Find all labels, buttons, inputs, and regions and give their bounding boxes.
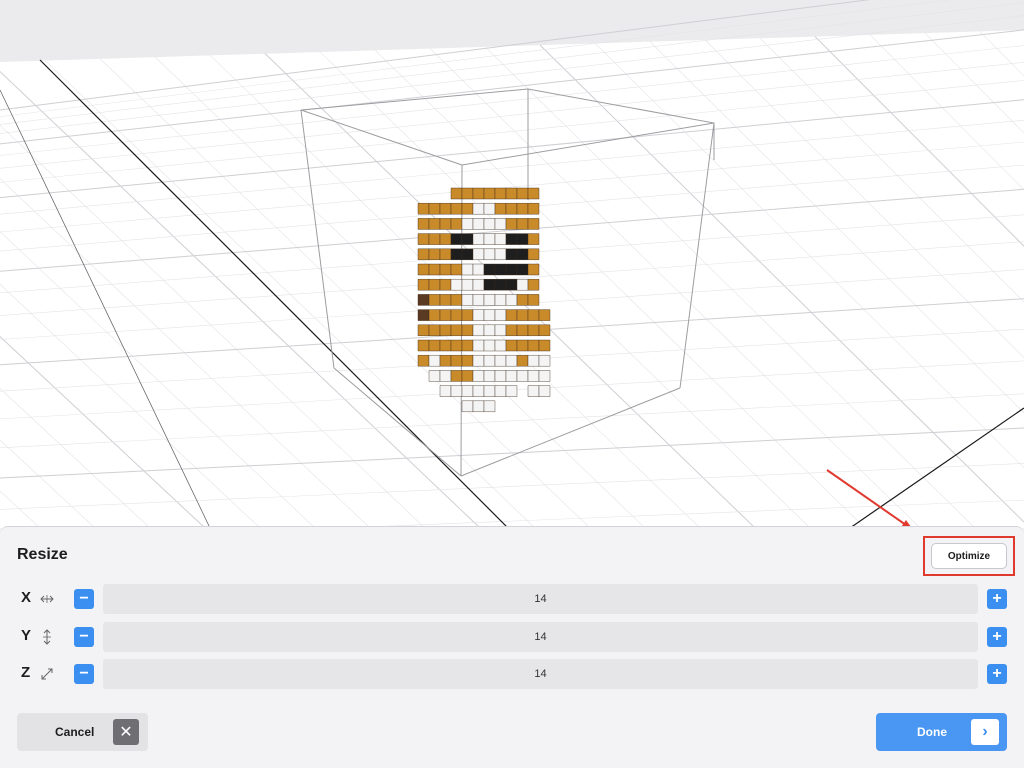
close-icon: ✕ [113,719,139,745]
resize-vertical-icon [43,629,51,645]
resize-panel: Resize Optimize X − 14 + Y − 14 + Z − 14… [0,526,1024,768]
resize-diagonal-icon [41,668,53,680]
increment-x-button[interactable]: + [987,589,1007,609]
resize-row-y: Y − 14 + [0,622,1024,652]
done-button[interactable]: Done › [876,713,1007,751]
grid-floor [0,0,1024,528]
done-label: Done [917,725,947,739]
panel-title: Resize [17,546,68,563]
decrement-x-button[interactable]: − [74,589,94,609]
cancel-button[interactable]: Cancel ✕ [17,713,148,751]
resize-row-x: X − 14 + [0,584,1024,614]
y-size-field[interactable]: 14 [103,622,978,652]
x-size-field[interactable]: 14 [103,584,978,614]
resize-horizontal-icon [40,595,54,603]
decrement-y-button[interactable]: − [74,627,94,647]
voxel-dog-model [417,187,551,412]
resize-row-z: Z − 14 + [0,659,1024,689]
decrement-z-button[interactable]: − [74,664,94,684]
increment-y-button[interactable]: + [987,627,1007,647]
optimize-button[interactable]: Optimize [931,543,1007,569]
cancel-label: Cancel [55,725,95,739]
increment-z-button[interactable]: + [987,664,1007,684]
3d-viewport[interactable] [0,0,1024,528]
axis-label: Z [21,664,31,681]
axis-label: X [21,589,32,606]
z-size-field[interactable]: 14 [103,659,978,689]
chevron-right-icon: › [971,719,999,745]
axis-label: Y [21,627,32,644]
